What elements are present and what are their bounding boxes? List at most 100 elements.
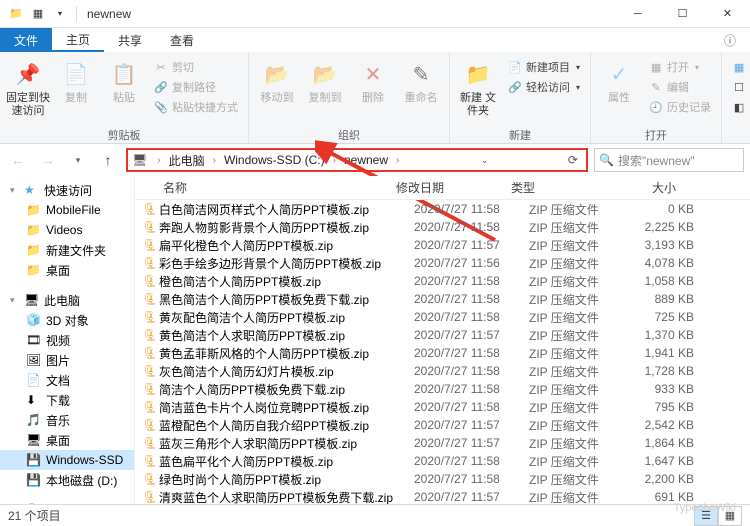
tab-home[interactable]: 主页 [52,28,104,52]
refresh-button[interactable]: ⟳ [564,153,582,167]
crumb-drive[interactable]: Windows-SSD (C:) [222,153,327,167]
sidebar-item[interactable]: 🧊3D 对象 [0,310,134,330]
tab-view[interactable]: 查看 [156,28,208,52]
minimize-button[interactable]: ─ [615,0,660,28]
table-row[interactable]: 🗜蓝灰三角形个人求职简历PPT模板.zip2020/7/27 11:57ZIP … [135,434,750,452]
copypath-button[interactable]: 🔗复制路径 [150,78,242,96]
col-type[interactable]: 类型 [511,179,606,196]
pasteshortcut-button[interactable]: 📎粘贴快捷方式 [150,98,242,116]
view-icons-button[interactable]: ▦ [718,506,742,526]
search-input[interactable]: 🔍 搜索"newnew" [594,148,744,172]
cut-button[interactable]: ✂剪切 [150,58,242,76]
chevron-right-icon[interactable]: › [390,155,405,166]
pin-button[interactable]: 📌固定到快 速访问 [6,56,50,118]
table-row[interactable]: 🗜黑色简洁个人简历PPT模板免费下载.zip2020/7/27 11:58ZIP… [135,290,750,308]
table-row[interactable]: 🗜扁平化橙色个人简历PPT模板.zip2020/7/27 11:57ZIP 压缩… [135,236,750,254]
table-row[interactable]: 🗜简洁个人简历PPT模板免费下载.zip2020/7/27 11:58ZIP 压… [135,380,750,398]
open-button[interactable]: ▦打开▾ [645,58,715,76]
folder-icon: 📁 [6,4,26,24]
edit-button[interactable]: ✎编辑 [645,78,715,96]
tab-share[interactable]: 共享 [104,28,156,52]
zip-icon: 🗜 [141,364,159,378]
sidebar-item[interactable]: 🎵音乐 [0,410,134,430]
maximize-button[interactable]: ☐ [660,0,705,28]
sidebar-item[interactable]: 📁Videos [0,220,134,240]
ribbon-help-button[interactable]: ⓘ [710,28,750,52]
crumb-folder[interactable]: newnew [342,153,390,167]
col-name[interactable]: 名称 [141,179,396,196]
tab-file[interactable]: 文件 [0,28,52,52]
qat-dropdown-icon[interactable]: ▾ [50,4,70,24]
zip-icon: 🗜 [141,346,159,360]
copyto-button[interactable]: 📂复制到 [303,56,347,105]
sidebar-item[interactable]: 📁桌面 [0,260,134,280]
table-row[interactable]: 🗜黄色简洁个人求职简历PPT模板.zip2020/7/27 11:57ZIP 压… [135,326,750,344]
zip-icon: 🗜 [141,202,159,216]
selectnone-button[interactable]: ☐全部取消 [728,78,750,96]
group-new-label: 新建 [450,127,590,143]
sidebar-item[interactable]: 📁新建文件夹 [0,240,134,260]
sidebar-quick-access[interactable]: ▾★快速访问 [0,180,134,200]
nav-forward-button[interactable]: → [36,148,60,172]
zip-icon: 🗜 [141,310,159,324]
sidebar-item[interactable]: 🖼图片 [0,350,134,370]
zip-icon: 🗜 [141,274,159,288]
addr-dropdown-button[interactable]: ⌄ [477,155,493,166]
chevron-right-icon[interactable]: › [327,155,342,166]
col-size[interactable]: 大小 [606,179,676,196]
sidebar-item[interactable]: 💾本地磁盘 (D:) [0,470,134,490]
col-date[interactable]: 修改日期 [396,179,511,196]
sidebar-this-pc[interactable]: ▾🖥此电脑 [0,290,134,310]
qat-properties-icon[interactable]: ▦ [28,4,48,24]
group-clipboard-label: 剪贴板 [0,127,248,143]
table-row[interactable]: 🗜黄灰配色简洁个人简历PPT模板.zip2020/7/27 11:58ZIP 压… [135,308,750,326]
view-details-button[interactable]: ☰ [694,506,718,526]
sidebar-item[interactable]: 🖥桌面 [0,430,134,450]
paste-button[interactable]: 📋粘贴 [102,56,146,105]
close-button[interactable]: ✕ [705,0,750,28]
delete-button[interactable]: ✕删除 [351,56,395,105]
invert-button[interactable]: ◧反向选择 [728,98,750,116]
sidebar-item[interactable]: 📄文档 [0,370,134,390]
table-row[interactable]: 🗜清爽蓝色个人求职简历PPT模板免费下载.zip2020/7/27 11:57Z… [135,488,750,504]
table-row[interactable]: 🗜橙色简洁个人简历PPT模板.zip2020/7/27 11:58ZIP 压缩文… [135,272,750,290]
table-row[interactable]: 🗜白色简洁网页样式个人简历PPT模板.zip2020/7/27 11:58ZIP… [135,200,750,218]
nav-back-button[interactable]: ← [6,148,30,172]
chevron-right-icon[interactable]: › [207,155,222,166]
table-row[interactable]: 🗜蓝橙配色个人简历自我介绍PPT模板.zip2020/7/27 11:57ZIP… [135,416,750,434]
sidebar-item[interactable]: 📁MobileFile [0,200,134,220]
newfolder-button[interactable]: 📁新建 文件夹 [456,56,500,118]
nav-recent-button[interactable]: ▾ [66,148,90,172]
column-headers: 名称 修改日期 类型 大小 [135,176,750,200]
address-row: ← → ▾ ↑ 🖥 › 此电脑 › Windows-SSD (C:) › new… [0,144,750,176]
table-row[interactable]: 🗜简洁蓝色卡片个人岗位竞聘PPT模板.zip2020/7/27 11:58ZIP… [135,398,750,416]
copy-button[interactable]: 📄复制 [54,56,98,105]
newitem-button[interactable]: 📄新建项目▾ [504,58,584,76]
nav-up-button[interactable]: ↑ [96,148,120,172]
sidebar-network[interactable]: ▸🌐网络 [0,500,134,504]
sidebar-item[interactable]: ⬇下载 [0,390,134,410]
file-list: 名称 修改日期 类型 大小 🗜白色简洁网页样式个人简历PPT模板.zip2020… [135,176,750,504]
easyaccess-button[interactable]: 🔗轻松访问▾ [504,78,584,96]
table-row[interactable]: 🗜黄色孟菲斯风格的个人简历PPT模板.zip2020/7/27 11:58ZIP… [135,344,750,362]
window-title: newnew [87,7,131,21]
breadcrumb[interactable]: 🖥 › 此电脑 › Windows-SSD (C:) › newnew › ⌄ … [126,148,588,172]
crumb-thispc[interactable]: 此电脑 [167,152,207,169]
group-select-label: 选择 [722,127,750,143]
properties-button[interactable]: ✓属性 [597,56,641,105]
chevron-right-icon[interactable]: › [151,155,166,166]
table-row[interactable]: 🗜彩色手绘多边形背景个人简历PPT模板.zip2020/7/27 11:56ZI… [135,254,750,272]
selectall-button[interactable]: ▦全部选择 [728,58,750,76]
search-icon: 🔍 [599,153,614,167]
ribbon-tabs: 文件 主页 共享 查看 ⓘ [0,28,750,52]
moveto-button[interactable]: 📂移动到 [255,56,299,105]
table-row[interactable]: 🗜蓝色扁平化个人简历PPT模板.zip2020/7/27 11:58ZIP 压缩… [135,452,750,470]
sidebar-item[interactable]: 🎞视频 [0,330,134,350]
sidebar-item[interactable]: 💾Windows-SSD [0,450,134,470]
history-button[interactable]: 🕘历史记录 [645,98,715,116]
table-row[interactable]: 🗜奔跑人物剪影背景个人简历PPT模板.zip2020/7/27 11:58ZIP… [135,218,750,236]
rename-button[interactable]: ✎重命名 [399,56,443,105]
table-row[interactable]: 🗜灰色简洁个人简历幻灯片模板.zip2020/7/27 11:58ZIP 压缩文… [135,362,750,380]
table-row[interactable]: 🗜绿色时尚个人简历PPT模板.zip2020/7/27 11:58ZIP 压缩文… [135,470,750,488]
status-count: 21 个项目 [8,507,61,524]
